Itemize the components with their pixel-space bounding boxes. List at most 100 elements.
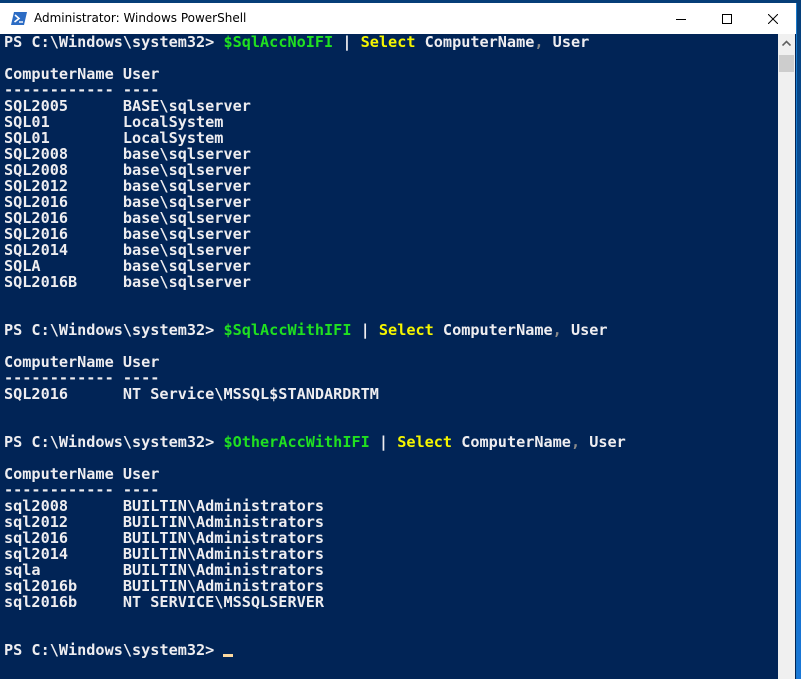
- user-cell: base\sqlserver: [122, 273, 251, 291]
- table-row: sql2012 BUILTIN\Administrators: [1, 514, 778, 530]
- argument-token: User: [561, 321, 608, 339]
- table-row: sql2016b BUILTIN\Administrators: [1, 578, 778, 594]
- title-bar[interactable]: Administrator: Windows PowerShell: [0, 3, 796, 34]
- computer-name-cell: SQL2016B: [4, 273, 78, 291]
- comma-token: ,: [552, 321, 562, 339]
- minimize-button[interactable]: [658, 3, 704, 34]
- comma-token: ,: [570, 433, 581, 451]
- pipe-token: |: [369, 433, 398, 451]
- table-separator: ------------ ----: [4, 369, 160, 387]
- computer-name-cell: sql2008: [4, 497, 69, 515]
- close-button[interactable]: [750, 3, 796, 34]
- table-row: SQL2012 base\sqlserver: [1, 178, 778, 194]
- table-header: ComputerName User: [4, 465, 160, 483]
- command-line: PS C:\Windows\system32> $SqlAccWithIFI |…: [1, 322, 778, 338]
- computer-name-cell: SQL2016: [4, 225, 69, 243]
- table-row: SQL2008 base\sqlserver: [1, 146, 778, 162]
- command-line: PS C:\Windows\system32> $OtherAccWithIFI…: [1, 434, 778, 450]
- user-cell: NT SERVICE\MSSQLSERVER: [122, 593, 325, 611]
- powershell-window: Administrator: Windows PowerShell PS C:\…: [0, 3, 797, 679]
- table-separator: ------------ ----: [4, 81, 160, 99]
- computer-name-cell: sql2016b: [4, 577, 78, 595]
- computer-name-cell: SQL2005: [4, 97, 69, 115]
- computer-name-cell: SQL2016: [4, 209, 69, 227]
- computer-name-cell: sql2012: [4, 513, 69, 531]
- pipe-token: |: [333, 34, 361, 51]
- computer-name-cell: SQL2008: [4, 145, 69, 163]
- computer-name-cell: SQL2008: [4, 161, 69, 179]
- close-icon: [768, 13, 778, 24]
- table-separator: ------------ ----: [4, 481, 160, 499]
- table-row: SQL2016 base\sqlserver: [1, 210, 778, 226]
- computer-name-cell: SQL2014: [4, 241, 69, 259]
- computer-name-cell: sql2016: [4, 529, 69, 547]
- table-row: sql2016 BUILTIN\Administrators: [1, 530, 778, 546]
- table-row: sqla BUILTIN\Administrators: [1, 562, 778, 578]
- table-row: SQL01 LocalSystem: [1, 114, 778, 130]
- table-row: SQL2016B base\sqlserver: [1, 274, 778, 290]
- computer-name-cell: SQLA: [4, 257, 41, 275]
- computer-name-cell: SQL2012: [4, 177, 69, 195]
- computer-name-cell: sql2014: [4, 545, 69, 563]
- table-row: SQL2008 base\sqlserver: [1, 162, 778, 178]
- argument-token: User: [580, 433, 626, 451]
- chevron-up-icon: [782, 39, 791, 46]
- cmdlet-token: Select: [360, 34, 416, 51]
- argument-token: ComputerName: [415, 34, 535, 51]
- cmdlet-token: Select: [378, 321, 434, 339]
- minimize-icon: [676, 18, 686, 20]
- table-row: SQL2014 base\sqlserver: [1, 242, 778, 258]
- maximize-icon: [722, 13, 732, 24]
- variable-token: $SqlAccWithIFI: [223, 321, 352, 339]
- table-row: SQL2016 base\sqlserver: [1, 226, 778, 242]
- argument-token: ComputerName: [452, 433, 571, 451]
- computer-name-cell: SQL2016: [4, 385, 69, 403]
- command-line: PS C:\Windows\system32>: [1, 642, 778, 658]
- cmdlet-token: Select: [397, 433, 453, 451]
- table-row: SQLA base\sqlserver: [1, 258, 778, 274]
- pipe-token: |: [351, 321, 379, 339]
- table-header: ComputerName User: [4, 65, 160, 83]
- prompt-text: PS C:\Windows\system32>: [4, 34, 224, 51]
- scroll-thumb[interactable]: [779, 55, 794, 72]
- computer-name-cell: SQL2016: [4, 193, 69, 211]
- variable-token: $OtherAccWithIFI: [223, 433, 370, 451]
- argument-token: User: [543, 34, 590, 51]
- user-cell: NT Service\MSSQL$STANDARDRTM: [122, 385, 379, 403]
- prompt-text: PS C:\Windows\system32>: [4, 641, 224, 659]
- table-row: SQL2005 BASE\sqlserver: [1, 98, 778, 114]
- console-output[interactable]: PS C:\Windows\system32> $SqlAccNoIFI | S…: [1, 34, 778, 679]
- argument-token: ComputerName: [433, 321, 553, 339]
- computer-name-cell: sql2016b: [4, 593, 78, 611]
- table-row: sql2008 BUILTIN\Administrators: [1, 498, 778, 514]
- text-cursor: [223, 654, 234, 657]
- computer-name-cell: sqla: [4, 561, 41, 579]
- table-row: SQL2016 NT Service\MSSQL$STANDARDRTM: [1, 386, 778, 402]
- vertical-scrollbar[interactable]: [778, 34, 795, 679]
- prompt-text: PS C:\Windows\system32>: [4, 321, 224, 339]
- comma-token: ,: [534, 34, 544, 51]
- table-header: ComputerName User: [4, 353, 160, 371]
- maximize-button[interactable]: [704, 3, 750, 34]
- window-title: Administrator: Windows PowerShell: [34, 11, 247, 25]
- table-row: SQL01 LocalSystem: [1, 130, 778, 146]
- table-row: sql2016b NT SERVICE\MSSQLSERVER: [1, 594, 778, 610]
- variable-token: $SqlAccNoIFI: [223, 34, 334, 51]
- powershell-icon: [11, 12, 27, 25]
- prompt-text: PS C:\Windows\system32>: [4, 433, 224, 451]
- computer-name-cell: SQL01: [4, 129, 50, 147]
- scroll-up-button[interactable]: [778, 34, 795, 51]
- table-row: sql2014 BUILTIN\Administrators: [1, 546, 778, 562]
- command-line: PS C:\Windows\system32> $SqlAccNoIFI | S…: [1, 34, 778, 50]
- table-row: SQL2016 base\sqlserver: [1, 194, 778, 210]
- computer-name-cell: SQL01: [4, 113, 50, 131]
